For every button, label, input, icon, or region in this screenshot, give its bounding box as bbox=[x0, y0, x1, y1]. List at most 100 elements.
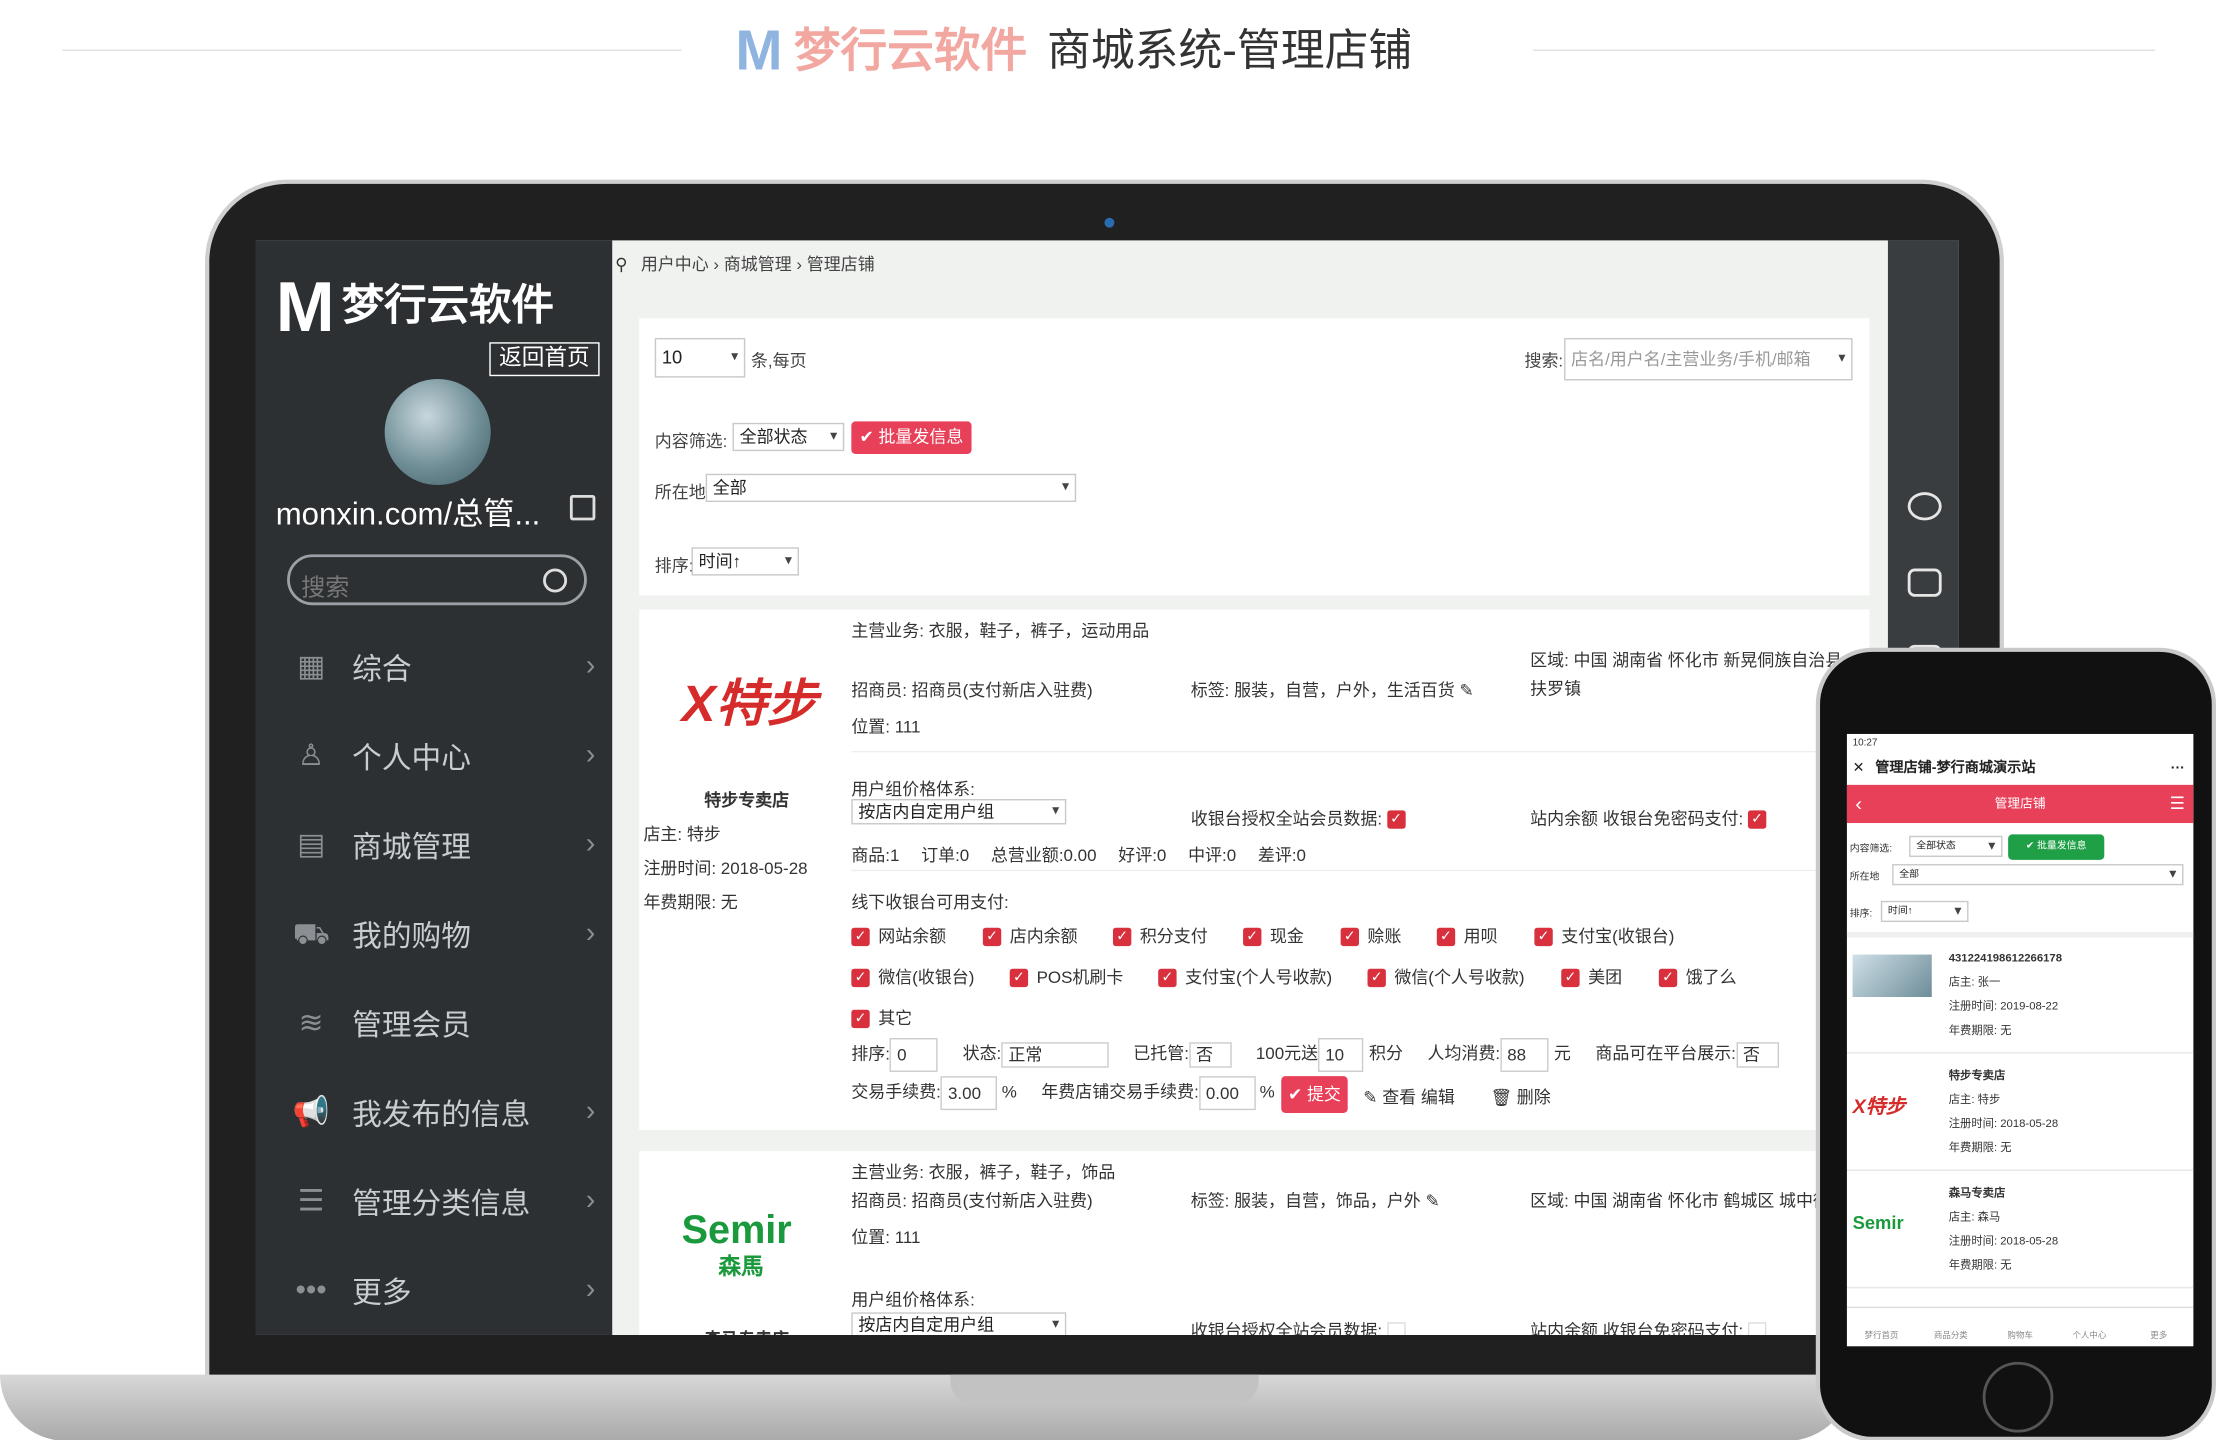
breadcrumb-user-center[interactable]: 用户中心 bbox=[641, 255, 709, 275]
search-input[interactable]: 店名/用户名/主营业务/手机/邮箱 bbox=[1564, 337, 1853, 381]
sidebar-item-more[interactable]: ••• 更多 › bbox=[256, 1246, 612, 1335]
back-home-button[interactable]: 返回首页 bbox=[489, 342, 600, 377]
status-select[interactable]: 正常 bbox=[1001, 1042, 1109, 1068]
phone-store-card[interactable]: 431224198612266178 店主: 张一 注册时间: 2019-08-… bbox=[1846, 940, 2194, 1054]
checkbox[interactable]: ✓ bbox=[1158, 969, 1177, 988]
sidebar-item-classified[interactable]: ☰ 管理分类信息 › bbox=[256, 1157, 612, 1246]
annual-fee-unit: % bbox=[1259, 1082, 1275, 1102]
sidebar-logo[interactable]: M 梦行云软件 bbox=[276, 272, 554, 343]
hosted-select[interactable]: 否 bbox=[1188, 1042, 1232, 1068]
sidebar: M 梦行云软件 返回首页 monxin.com/总管... 搜索 ▦ 综合 › ♙ 个… bbox=[255, 240, 613, 1335]
phone-location-select[interactable]: 全部 bbox=[1892, 864, 2184, 886]
store-tags: 标签: 服装，自营，户外，生活百货 ✎ bbox=[1191, 677, 1474, 701]
payment-option[interactable]: ✓ 美团 bbox=[1561, 964, 1622, 988]
nav-more[interactable]: 更多 bbox=[2124, 1308, 2193, 1346]
delete-label: 删除 bbox=[1516, 1087, 1551, 1108]
checkbox[interactable]: ✓ bbox=[1561, 969, 1580, 988]
checkbox[interactable]: ✓ bbox=[1112, 928, 1132, 947]
price-system-select[interactable]: 按店内自定用户组 bbox=[851, 1312, 1067, 1335]
submit-label: 提交 bbox=[1306, 1084, 1341, 1105]
checkbox[interactable]: ✓ bbox=[851, 969, 870, 988]
payment-option[interactable]: ✓ 网站余额 bbox=[851, 923, 946, 947]
phone-home-button[interactable] bbox=[1982, 1361, 2054, 1433]
checkbox[interactable]: ✓ bbox=[1367, 969, 1386, 988]
nav-cart[interactable]: 购物车 bbox=[1985, 1308, 2054, 1346]
payment-option[interactable]: ✓ 微信(个人号收款) bbox=[1367, 964, 1524, 988]
payment-option[interactable]: ✓ 用呗 bbox=[1436, 923, 1498, 947]
sort-select[interactable]: 时间↑ bbox=[691, 547, 800, 576]
sidebar-item-my-posts[interactable]: 📢 我发布的信息 › bbox=[256, 1068, 612, 1157]
sidebar-item-my-shopping[interactable]: ⛟ 我的购物 › bbox=[256, 890, 612, 979]
location-select[interactable]: 全部 bbox=[705, 473, 1077, 503]
store-name[interactable]: 森马专卖店 bbox=[704, 1326, 789, 1335]
annual-fee-input[interactable]: 0.00 bbox=[1198, 1076, 1256, 1111]
sidebar-item-user-center[interactable]: ♙ 个人中心 › bbox=[256, 711, 612, 800]
checkbox[interactable]: ✓ bbox=[1658, 969, 1678, 988]
checkbox[interactable]: ✓ bbox=[982, 928, 1002, 947]
sidebar-item-general[interactable]: ▦ 综合 › bbox=[256, 622, 612, 711]
batch-message-label: 批量发信息 bbox=[878, 427, 964, 447]
nav-profile[interactable]: 个人中心 bbox=[2055, 1308, 2124, 1346]
price-system-select[interactable]: 按店内自定用户组 bbox=[851, 799, 1067, 825]
logout-icon[interactable] bbox=[569, 494, 596, 521]
pencil-icon[interactable]: ✎ bbox=[1459, 680, 1473, 700]
balance-free-checkbox[interactable] bbox=[1747, 1322, 1767, 1335]
search-icon[interactable] bbox=[543, 568, 568, 593]
phone-filter-select[interactable]: 全部状态 bbox=[1909, 835, 2003, 857]
back-icon[interactable]: ‹ bbox=[1855, 785, 1862, 823]
reward-input[interactable]: 10 bbox=[1318, 1038, 1364, 1072]
checkbox[interactable]: ✓ bbox=[1340, 928, 1360, 947]
phone-store-card[interactable]: Semir 森马专卖店 店主: 森马 注册时间: 2018-05-28 年费期限… bbox=[1846, 1175, 2194, 1289]
avg-input[interactable]: 88 bbox=[1500, 1038, 1549, 1072]
grid-icon: ▦ bbox=[297, 649, 326, 683]
nav-home[interactable]: 梦行首页 bbox=[1847, 1308, 1916, 1346]
main-content: ⚲ 用户中心 › 商城管理 › 管理店铺 10 条,每页 搜索: 店名/用户名/… bbox=[612, 240, 1888, 1335]
avatar[interactable] bbox=[384, 378, 491, 486]
payment-option[interactable]: ✓ 店内余额 bbox=[982, 923, 1078, 947]
checkbox[interactable]: ✓ bbox=[851, 1010, 870, 1029]
phone-store-card[interactable]: X特步 特步专卖店 店主: 特步 注册时间: 2018-05-28 年费期限: … bbox=[1846, 1058, 2194, 1171]
phone-batch-button[interactable]: ✔ 批量发信息 bbox=[2008, 834, 2105, 860]
sidebar-search-input[interactable]: 搜索 bbox=[287, 554, 587, 606]
payment-option[interactable]: ✓ 赊账 bbox=[1340, 923, 1401, 947]
sidebar-item-mall-manage[interactable]: ▤ 商城管理 › bbox=[256, 800, 612, 889]
chat-icon[interactable] bbox=[1907, 568, 1942, 597]
payment-option[interactable]: ✓ POS机刷卡 bbox=[1009, 964, 1123, 988]
checkbox[interactable]: ✓ bbox=[1534, 928, 1553, 947]
menu-icon[interactable]: ☰ bbox=[2170, 785, 2185, 823]
checkbox[interactable]: ✓ bbox=[851, 928, 870, 947]
batch-message-button[interactable]: ✔ 批量发信息 bbox=[851, 421, 972, 454]
payment-option[interactable]: ✓ 其它 bbox=[851, 1005, 912, 1029]
nav-categories[interactable]: 商品分类 bbox=[1916, 1308, 1985, 1346]
checkbox[interactable]: ✓ bbox=[1009, 969, 1029, 988]
checkbox[interactable]: ✓ bbox=[1436, 928, 1456, 947]
fee-input[interactable]: 3.00 bbox=[940, 1076, 998, 1111]
payment-label: 微信(收银台) bbox=[878, 967, 975, 988]
payment-option[interactable]: ✓ 支付宝(收银台) bbox=[1534, 923, 1674, 947]
store-name[interactable]: 特步专卖店 bbox=[704, 788, 789, 812]
submit-button[interactable]: ✔ 提交 bbox=[1281, 1076, 1348, 1113]
sort-field-input[interactable]: 0 bbox=[889, 1038, 939, 1072]
wechat-icon[interactable] bbox=[1907, 492, 1942, 521]
per-page-select[interactable]: 10 bbox=[654, 337, 746, 378]
payment-option[interactable]: ✓ 支付宝(个人号收款) bbox=[1158, 964, 1332, 988]
payment-option[interactable]: ✓ 现金 bbox=[1243, 923, 1304, 947]
content-filter-select[interactable]: 全部状态 bbox=[732, 422, 845, 452]
checkbox[interactable]: ✓ bbox=[1243, 928, 1262, 947]
username[interactable]: monxin.com/总管... bbox=[276, 489, 541, 534]
close-icon[interactable]: ✕ bbox=[1853, 754, 1865, 785]
platform-select[interactable]: 否 bbox=[1735, 1042, 1779, 1068]
phone-sort-select[interactable]: 时间↑ bbox=[1880, 900, 1969, 923]
delete-link[interactable]: 🗑 删除 bbox=[1491, 1085, 1551, 1109]
more-icon[interactable]: ··· bbox=[2171, 754, 2185, 785]
payment-option[interactable]: ✓ 饿了么 bbox=[1658, 964, 1737, 988]
cashier-auth-checkbox[interactable] bbox=[1386, 1322, 1406, 1335]
cashier-auth-checkbox[interactable]: ✓ bbox=[1386, 810, 1406, 830]
pencil-icon[interactable]: ✎ bbox=[1426, 1191, 1440, 1211]
payment-option[interactable]: ✓ 微信(收银台) bbox=[851, 964, 974, 988]
payment-option[interactable]: ✓ 积分支付 bbox=[1112, 923, 1208, 947]
view-edit-link[interactable]: ✎ 查看 编辑 bbox=[1363, 1085, 1455, 1109]
sidebar-item-manage-members[interactable]: ≋ 管理会员 bbox=[256, 979, 612, 1068]
balance-free-checkbox[interactable]: ✓ bbox=[1747, 810, 1767, 830]
breadcrumb-mall-manage[interactable]: 商城管理 bbox=[724, 255, 792, 275]
